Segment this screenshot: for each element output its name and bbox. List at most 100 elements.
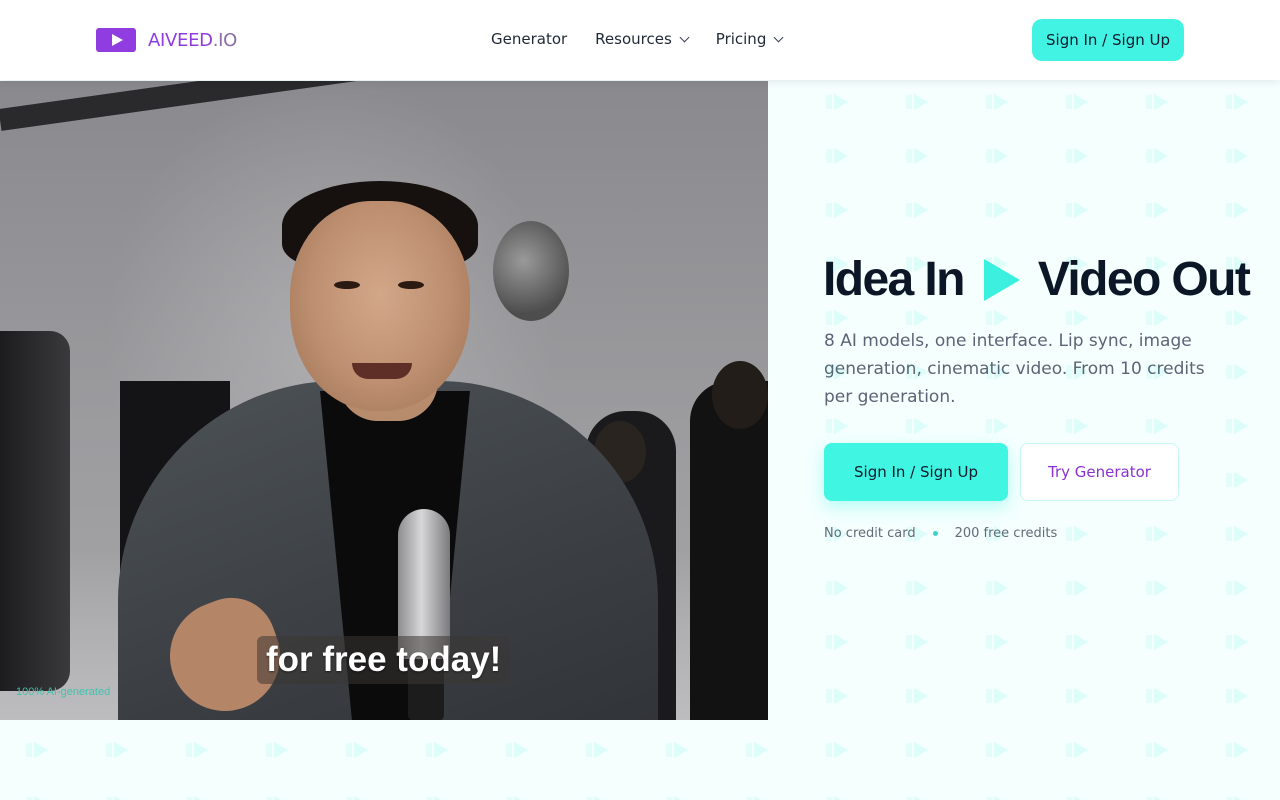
nav-item-label: Pricing — [715, 30, 767, 48]
crew-member — [690, 381, 768, 720]
background-play-icon — [826, 634, 848, 650]
background-play-icon — [586, 796, 608, 800]
logo-play-icon — [96, 28, 136, 52]
presenter-eye — [398, 281, 424, 289]
bullet-dot-icon — [932, 531, 938, 536]
background-play-icon — [1226, 526, 1248, 542]
hero-title: Idea In Video Out — [823, 252, 1251, 307]
background-play-icon — [1146, 202, 1168, 218]
background-play-icon — [1226, 634, 1248, 650]
background-play-icon — [986, 202, 1008, 218]
background-play-icon — [986, 742, 1008, 758]
background-play-icon — [826, 94, 848, 110]
meta-free-credits: 200 free credits — [954, 526, 1058, 541]
background-play-icon — [906, 202, 928, 218]
background-play-icon — [666, 742, 688, 758]
presenter-mouth — [352, 363, 412, 379]
background-play-icon — [1066, 688, 1088, 704]
hero-description: 8 AI models, one interface. Lip sync, im… — [824, 331, 1205, 407]
ai-generated-tag: 100% AI-generated — [16, 686, 111, 698]
boom-mic — [493, 221, 569, 321]
background-play-icon — [986, 94, 1008, 110]
background-play-icon — [1066, 202, 1088, 218]
background-play-icon — [1226, 472, 1248, 488]
background-play-icon — [746, 796, 768, 800]
background-play-icon — [506, 742, 528, 758]
background-play-icon — [826, 148, 848, 164]
background-play-icon — [1146, 310, 1168, 326]
background-play-icon — [1226, 796, 1248, 800]
nav-item-label: Resources — [595, 30, 672, 48]
hero-video[interactable]: for free today! 100% AI-generated — [0, 81, 768, 720]
background-play-icon — [906, 796, 928, 800]
background-play-icon — [826, 742, 848, 758]
background-play-icon — [26, 796, 48, 800]
background-play-icon — [26, 742, 48, 758]
background-play-icon — [106, 796, 128, 800]
background-play-icon — [426, 742, 448, 758]
play-icon — [983, 258, 1020, 301]
background-play-icon — [986, 148, 1008, 164]
background-play-icon — [986, 310, 1008, 326]
try-generator-button[interactable]: Try Generator — [1020, 443, 1179, 501]
background-play-icon — [346, 742, 368, 758]
background-play-icon — [1066, 526, 1088, 542]
background-play-icon — [1146, 742, 1168, 758]
background-play-icon — [186, 742, 208, 758]
crew-member-head — [712, 361, 768, 429]
background-play-icon — [906, 688, 928, 704]
background-play-icon — [986, 634, 1008, 650]
hero-meta: No credit card 200 free credits — [824, 526, 1057, 541]
background-play-icon — [106, 742, 128, 758]
background-play-icon — [1066, 418, 1088, 434]
background-play-icon — [1226, 580, 1248, 596]
background-play-icon — [1066, 634, 1088, 650]
background-play-icon — [1066, 742, 1088, 758]
nav-item-label: Generator — [491, 30, 568, 48]
sign-in-button[interactable]: Sign In / Sign Up — [824, 443, 1008, 501]
hero-title-right: Video Out — [1037, 253, 1251, 306]
background-play-icon — [826, 580, 848, 596]
background-play-icon — [826, 688, 848, 704]
background-play-icon — [666, 796, 688, 800]
site-header: AIVEED.IO Generator Resources Pricing Si… — [0, 0, 1280, 80]
background-play-icon — [826, 202, 848, 218]
background-play-icon — [986, 580, 1008, 596]
background-play-icon — [1146, 148, 1168, 164]
nav-item-pricing[interactable]: Pricing — [715, 30, 784, 48]
background-play-icon — [906, 418, 928, 434]
background-play-icon — [1146, 526, 1168, 542]
background-play-icon — [1226, 202, 1248, 218]
background-play-icon — [906, 94, 928, 110]
background-play-icon — [746, 742, 768, 758]
background-play-icon — [586, 742, 608, 758]
background-play-icon — [986, 796, 1008, 800]
background-play-icon — [1146, 580, 1168, 596]
background-play-icon — [1146, 418, 1168, 434]
video-caption: for free today! — [257, 636, 511, 684]
background-play-icon — [1146, 796, 1168, 800]
chevron-down-icon — [773, 32, 784, 42]
background-play-icon — [1066, 94, 1088, 110]
background-play-icon — [1146, 688, 1168, 704]
logo-link[interactable]: AIVEED.IO — [96, 28, 237, 52]
header-sign-in-button[interactable]: Sign In / Sign Up — [1032, 19, 1184, 61]
background-play-icon — [346, 796, 368, 800]
background-play-icon — [826, 418, 848, 434]
background-play-icon — [1226, 742, 1248, 758]
background-play-icon — [1226, 418, 1248, 434]
background-play-icon — [826, 310, 848, 326]
hero-title-left: Idea In — [823, 253, 965, 306]
nav-item-resources[interactable]: Resources — [595, 30, 690, 48]
logo-text: AIVEED.IO — [148, 29, 238, 51]
background-play-icon — [906, 580, 928, 596]
presenter-face — [290, 201, 470, 411]
meta-no-credit-card: No credit card — [824, 526, 916, 541]
background-play-icon — [1226, 94, 1248, 110]
chevron-down-icon — [679, 32, 690, 42]
background-play-icon — [1226, 688, 1248, 704]
background-play-icon — [906, 742, 928, 758]
nav-item-generator[interactable]: Generator — [491, 30, 567, 48]
background-play-icon — [1066, 796, 1088, 800]
background-play-icon — [986, 418, 1008, 434]
